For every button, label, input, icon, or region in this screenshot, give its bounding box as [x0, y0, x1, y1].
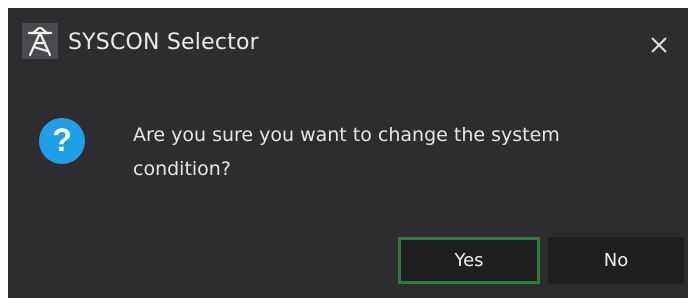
question-icon: ? — [38, 117, 86, 165]
window-title: SYSCON Selector — [68, 30, 259, 55]
tower-icon — [22, 23, 58, 59]
close-icon — [651, 37, 667, 53]
svg-text:?: ? — [52, 122, 72, 158]
no-button-label: No — [603, 250, 629, 271]
yes-button[interactable]: Yes — [398, 237, 540, 284]
title-bar: SYSCON Selector — [8, 8, 688, 80]
dialog-window: SYSCON Selector ? Are you sure you want … — [8, 8, 688, 298]
no-button[interactable]: No — [548, 237, 684, 284]
yes-button-label: Yes — [454, 250, 484, 271]
close-button[interactable] — [644, 30, 674, 60]
dialog-message: Are you sure you want to change the syst… — [133, 124, 560, 180]
